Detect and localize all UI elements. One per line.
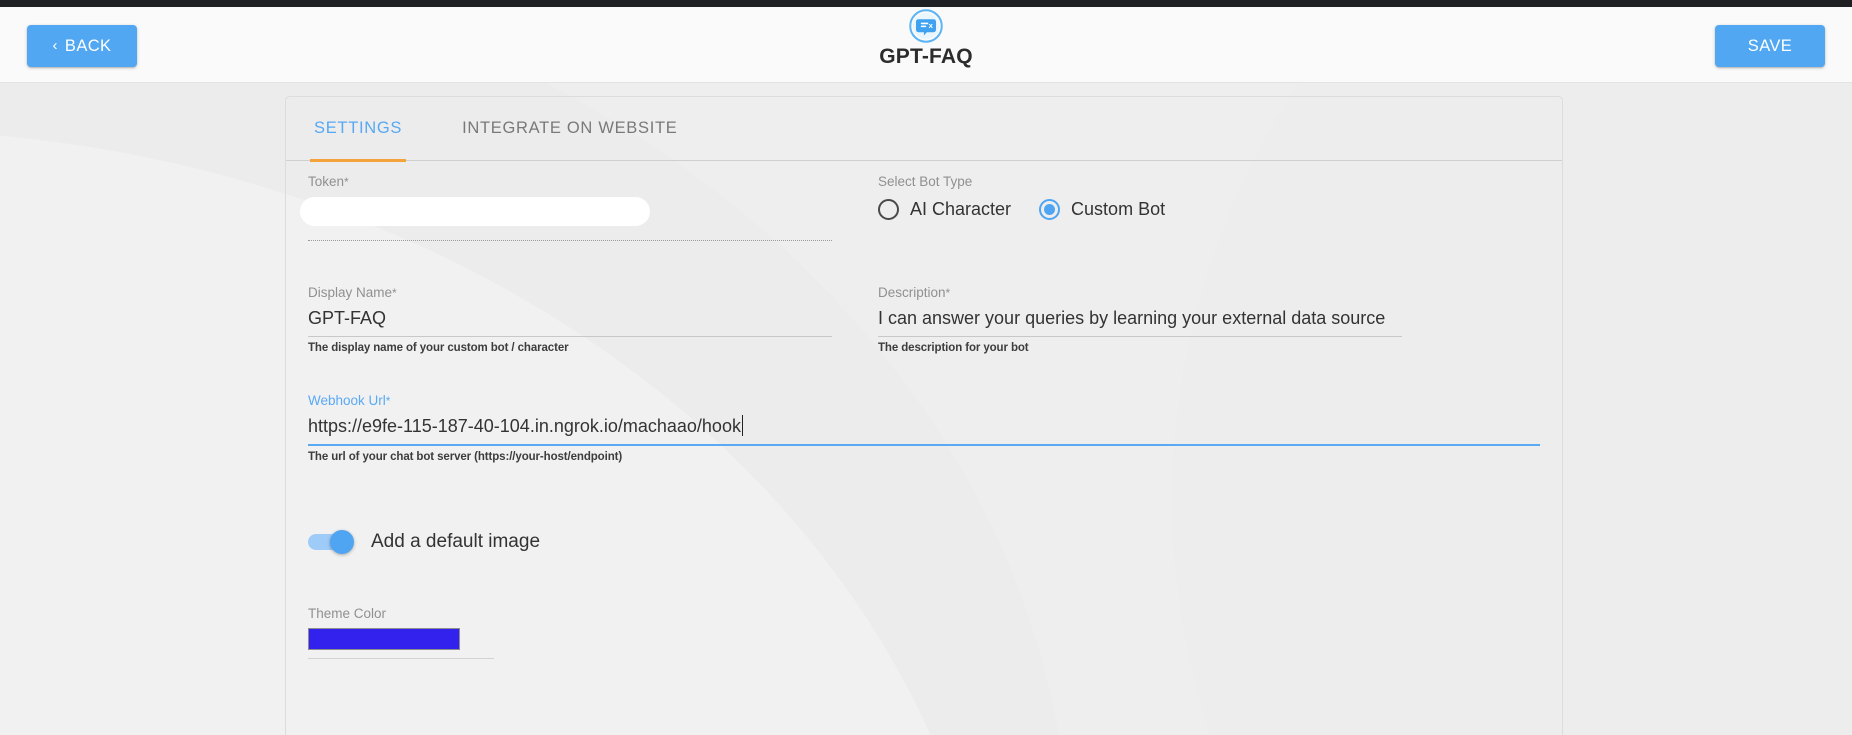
token-field-group: Token* — [300, 175, 832, 241]
description-required-mark: * — [945, 285, 951, 300]
settings-form: Token* Select Bot Type AI Character Cust… — [286, 175, 1562, 659]
radio-option-ai-character-label: AI Character — [910, 198, 1012, 219]
tab-bar: SETTINGS INTEGRATE ON WEBSITE — [286, 97, 1562, 162]
theme-color-underline — [308, 658, 494, 659]
default-image-toggle-label: Add a default image — [371, 530, 541, 552]
top-dark-strip — [0, 0, 1852, 7]
chat-bubble-faq-icon: x — [909, 9, 943, 43]
webhook-url-input[interactable]: https://e9fe-115-187-40-104.in.ngrok.io/… — [308, 415, 1540, 438]
theme-color-group: Theme Color — [308, 605, 1562, 659]
webhook-url-required-mark: * — [385, 393, 391, 408]
token-input[interactable] — [300, 196, 832, 241]
tab-integrate-on-website-label: INTEGRATE ON WEBSITE — [462, 119, 678, 137]
theme-color-swatch[interactable] — [308, 628, 460, 650]
description-field-group: Description* I can answer your queries b… — [878, 284, 1402, 354]
brand-block: x GPT-FAQ — [0, 7, 1852, 83]
display-name-input[interactable]: GPT-FAQ — [308, 307, 832, 330]
radio-checked-icon — [1039, 198, 1061, 220]
radio-option-custom-bot-label: Custom Bot — [1071, 198, 1166, 219]
webhook-url-label: Webhook Url* — [308, 392, 1540, 408]
page-title: GPT-FAQ — [879, 45, 973, 68]
bot-type-group: Select Bot Type AI Character Custom Bot — [878, 175, 1402, 241]
bot-type-radio-group: AI Character Custom Bot — [878, 198, 1402, 220]
default-image-toggle-row: Add a default image — [308, 529, 1562, 554]
svg-text:x: x — [929, 21, 934, 30]
save-button[interactable]: SAVE — [1715, 25, 1825, 67]
back-button[interactable]: ‹ BACK — [27, 25, 137, 67]
default-image-toggle[interactable] — [308, 529, 354, 554]
radio-option-custom-bot[interactable]: Custom Bot — [1039, 198, 1166, 220]
form-row-name-description: Display Name* GPT-FAQ The display name o… — [286, 284, 1562, 354]
webhook-url-value: https://e9fe-115-187-40-104.in.ngrok.io/… — [308, 416, 741, 436]
bot-type-label: Select Bot Type — [878, 174, 973, 189]
toggle-knob — [330, 529, 354, 554]
save-button-label: SAVE — [1747, 36, 1793, 55]
display-name-hint: The display name of your custom bot / ch… — [308, 341, 569, 354]
settings-card: SETTINGS INTEGRATE ON WEBSITE Token* Sel… — [285, 96, 1563, 735]
tab-settings-label: SETTINGS — [314, 119, 403, 137]
description-label: Description* — [878, 284, 1402, 300]
token-required-mark: * — [344, 175, 349, 189]
token-label-text: Token — [308, 174, 345, 189]
display-name-label: Display Name* — [308, 284, 832, 300]
back-button-label: BACK — [64, 36, 112, 55]
webhook-url-field-group: Webhook Url* https://e9fe-115-187-40-104… — [308, 392, 1540, 463]
description-underline — [878, 335, 1402, 337]
token-input-autofill-pill — [300, 196, 650, 226]
token-input-underline — [308, 239, 832, 241]
display-name-field-group: Display Name* GPT-FAQ The display name o… — [308, 284, 832, 354]
description-label-text: Description — [878, 284, 946, 300]
form-row-token-bottype: Token* Select Bot Type AI Character Cust… — [286, 175, 1562, 241]
display-name-label-text: Display Name — [308, 284, 393, 300]
app-header: x GPT-FAQ ‹ BACK SAVE — [0, 7, 1852, 83]
tab-integrate-on-website[interactable]: INTEGRATE ON WEBSITE — [458, 97, 681, 161]
display-name-required-mark: * — [392, 285, 397, 300]
tab-settings[interactable]: SETTINGS — [310, 97, 407, 162]
radio-option-ai-character[interactable]: AI Character — [878, 198, 1012, 220]
description-input[interactable]: I can answer your queries by learning yo… — [878, 307, 1402, 330]
theme-color-label: Theme Color — [308, 605, 387, 621]
description-hint: The description for your bot — [878, 341, 1029, 354]
text-caret — [741, 415, 743, 436]
chevron-left-icon: ‹ — [52, 37, 58, 54]
radio-unchecked-icon — [878, 198, 899, 220]
app-root: x GPT-FAQ ‹ BACK SAVE SETTINGS INTEGRATE… — [0, 0, 1852, 735]
token-label: Token* — [308, 175, 832, 189]
display-name-underline — [308, 335, 832, 337]
webhook-url-underline — [308, 443, 1540, 446]
webhook-url-hint: The url of your chat bot server (https:/… — [308, 450, 623, 463]
webhook-url-label-text: Webhook Url — [308, 392, 386, 408]
